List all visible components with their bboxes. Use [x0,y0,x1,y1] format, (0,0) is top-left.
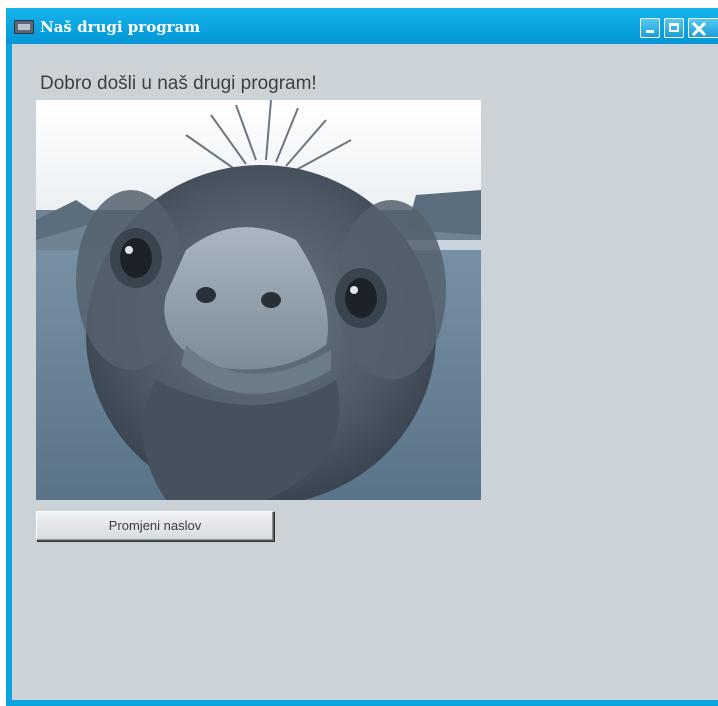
minimize-button[interactable] [640,18,660,38]
close-icon [692,22,706,36]
greeting-label: Dobro došli u naš drugi program! [40,73,317,94]
client-area: Dobro došli u naš drugi program! Promjen… [12,44,718,700]
ostrich-photo [36,100,481,500]
title-bar[interactable]: Naš drugi program [6,8,718,44]
maximize-button[interactable] [664,18,684,38]
window-title: Naš drugi program [40,18,201,36]
app-icon[interactable] [14,20,34,34]
ostrich-image-icon [36,100,481,500]
close-button[interactable] [688,18,718,38]
app-window: Naš drugi program Dobro došli u naš drug… [6,8,718,706]
change-title-button[interactable]: Promjeni naslov [36,511,274,541]
